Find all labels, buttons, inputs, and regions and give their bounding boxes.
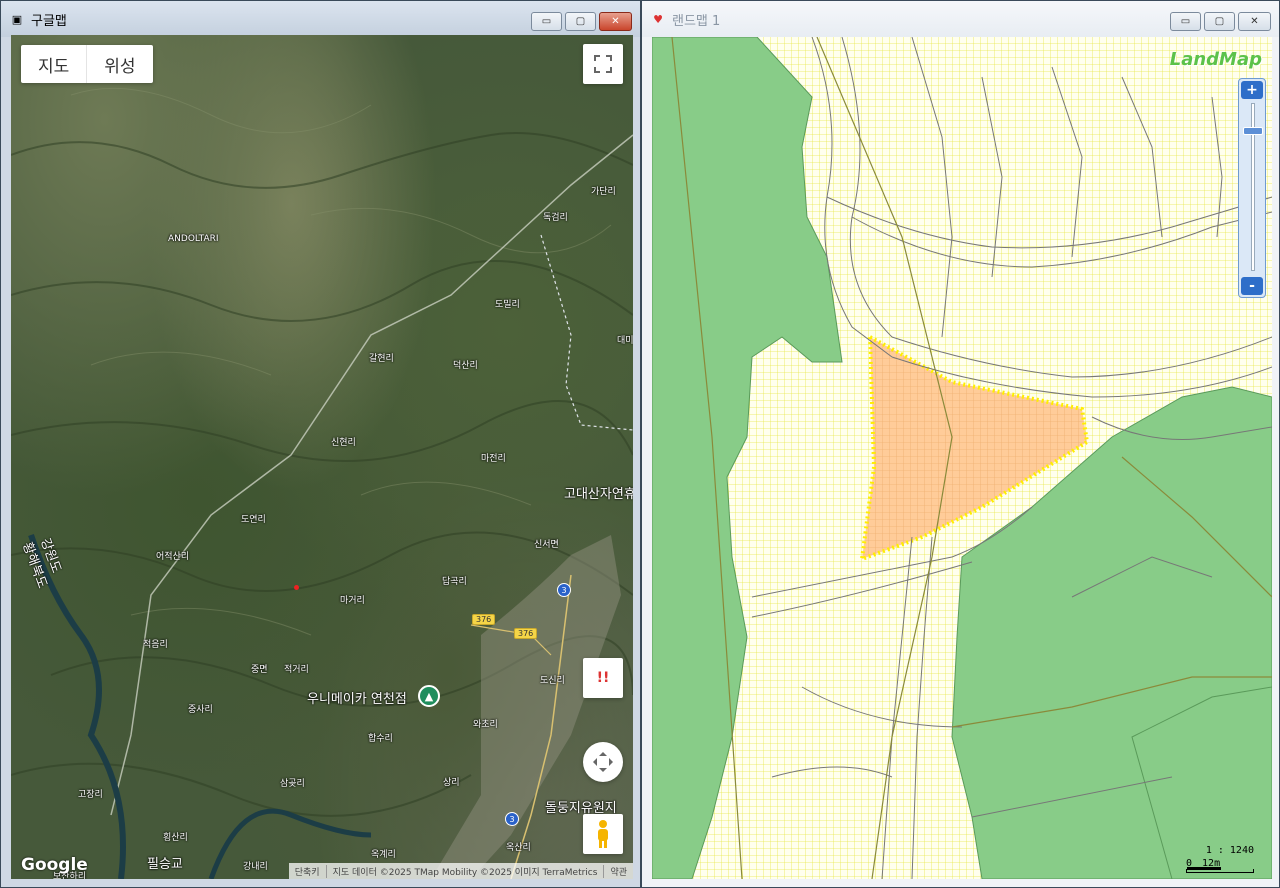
satellite-terrain bbox=[11, 87, 633, 879]
place-label[interactable]: 중면 bbox=[251, 662, 268, 675]
place-label[interactable]: 독검리 bbox=[543, 210, 568, 223]
map-data-attribution: 지도 데이터 ©2025 TMap Mobility ©2025 이미지 Ter… bbox=[325, 864, 604, 878]
google-map-app-icon: ▣ bbox=[11, 12, 23, 26]
place-label[interactable]: 합수리 bbox=[368, 731, 393, 744]
terms-link[interactable]: 약관 bbox=[603, 864, 633, 878]
place-label[interactable]: 상리 bbox=[443, 775, 460, 788]
location-marker bbox=[294, 585, 299, 590]
map-scale: 1 : 1240 0 12m bbox=[1186, 845, 1254, 873]
place-label[interactable]: 적거리 bbox=[284, 662, 309, 675]
google-logo: Google bbox=[21, 855, 88, 875]
map-type-satellite-button[interactable]: 위성 bbox=[87, 45, 152, 83]
poi-label[interactable]: 필승교 bbox=[147, 853, 183, 872]
zoom-in-button[interactable]: + bbox=[1241, 81, 1263, 99]
zoom-out-button[interactable]: - bbox=[1241, 277, 1263, 295]
google-map-window: ▣ 구글맵 ▭ ▢ ✕ 지도 위성 ANDOLTARI 가단리 독검리 도밀리 … bbox=[0, 0, 641, 888]
place-label[interactable]: 도밀리 bbox=[495, 297, 520, 310]
route-376-shield: 376 bbox=[472, 614, 496, 625]
place-label[interactable]: 고대산자연휴 bbox=[564, 483, 633, 502]
warning-button[interactable]: !! bbox=[583, 658, 623, 698]
window-title: 랜드맵 1 bbox=[672, 13, 721, 29]
place-label[interactable]: 갈현리 bbox=[369, 351, 394, 364]
fullscreen-button[interactable] bbox=[583, 44, 623, 84]
minimize-button[interactable]: ▭ bbox=[531, 12, 562, 31]
zoom-slider-thumb[interactable] bbox=[1243, 127, 1263, 135]
google-map-titlebar[interactable]: ▣ 구글맵 ▭ ▢ ✕ bbox=[1, 1, 640, 37]
cadastral-parcels bbox=[652, 37, 1272, 879]
place-label[interactable]: 신서면 bbox=[534, 537, 559, 550]
satellite-map[interactable]: 지도 위성 ANDOLTARI 가단리 독검리 도밀리 대미 갈현리 덕산리 신… bbox=[11, 35, 633, 879]
place-label[interactable]: 어적산리 bbox=[156, 549, 189, 562]
move-arrows-icon bbox=[593, 752, 613, 772]
place-label[interactable]: 마거리 bbox=[340, 593, 365, 606]
place-label[interactable]: 옥산리 bbox=[506, 840, 531, 853]
place-label[interactable]: 옥계리 bbox=[371, 847, 396, 860]
place-label[interactable]: 중사리 bbox=[188, 702, 213, 715]
minimize-button[interactable]: ▭ bbox=[1170, 12, 1201, 31]
pegman-icon bbox=[598, 820, 608, 848]
landmap-app-icon: ♥ bbox=[653, 12, 663, 26]
route-3-shield: 3 bbox=[557, 583, 571, 597]
shortcuts-link[interactable]: 단축키 bbox=[289, 865, 326, 878]
landmap-logo: LandMap bbox=[1169, 49, 1262, 70]
window-title: 구글맵 bbox=[31, 13, 67, 29]
place-label[interactable]: 횡산리 bbox=[163, 830, 188, 843]
landmap-window: ♥ 랜드맵 1 ▭ ▢ ✕ LandMap + - 1: 1240 0 12m bbox=[641, 0, 1280, 888]
route-3-shield: 3 bbox=[505, 812, 519, 826]
place-label[interactable]: 신현리 bbox=[331, 435, 356, 448]
place-label[interactable]: 가단리 bbox=[591, 184, 616, 197]
tree-poi-icon[interactable]: ▲ bbox=[418, 685, 440, 707]
street-view-pegman-button[interactable] bbox=[583, 814, 623, 854]
scale-ratio: 1 : 1240 bbox=[1205, 845, 1254, 856]
place-label[interactable]: 삼곶리 bbox=[280, 776, 305, 789]
place-label[interactable]: 도신리 bbox=[540, 673, 565, 686]
place-label[interactable]: 도연리 bbox=[241, 512, 266, 525]
place-label[interactable]: 강내리 bbox=[243, 859, 268, 872]
place-label[interactable]: 마전리 bbox=[481, 451, 506, 464]
map-type-toggle: 지도 위성 bbox=[21, 45, 153, 83]
camera-control-button[interactable] bbox=[583, 742, 623, 782]
fullscreen-icon bbox=[594, 55, 612, 73]
place-label[interactable]: 답곡리 bbox=[442, 574, 467, 587]
place-label[interactable]: ANDOLTARI bbox=[168, 234, 219, 244]
place-label[interactable]: 덕산리 bbox=[453, 358, 478, 371]
cadastral-map[interactable]: LandMap + - 1 : 1240 0 12m bbox=[652, 37, 1272, 879]
maximize-button[interactable]: ▢ bbox=[1204, 12, 1235, 31]
map-type-map-button[interactable]: 지도 bbox=[21, 45, 88, 83]
place-label[interactable]: 대미 bbox=[617, 333, 633, 346]
close-button[interactable]: ✕ bbox=[599, 12, 632, 31]
place-label[interactable]: 와초리 bbox=[473, 717, 498, 730]
route-376-shield: 376 bbox=[514, 628, 538, 639]
landmap-titlebar[interactable]: ♥ 랜드맵 1 ▭ ▢ ✕ bbox=[642, 1, 1279, 37]
map-attribution: 단축키 지도 데이터 ©2025 TMap Mobility ©2025 이미지… bbox=[288, 863, 633, 879]
place-label[interactable]: 적음리 bbox=[143, 637, 168, 650]
poi-label[interactable]: 우니메이카 연천점 bbox=[307, 688, 407, 707]
maximize-button[interactable]: ▢ bbox=[565, 12, 596, 31]
zoom-control: + - bbox=[1238, 78, 1266, 298]
close-button[interactable]: ✕ bbox=[1238, 12, 1271, 31]
scale-bar bbox=[1186, 867, 1254, 873]
place-label[interactable]: 고장리 bbox=[78, 787, 103, 800]
